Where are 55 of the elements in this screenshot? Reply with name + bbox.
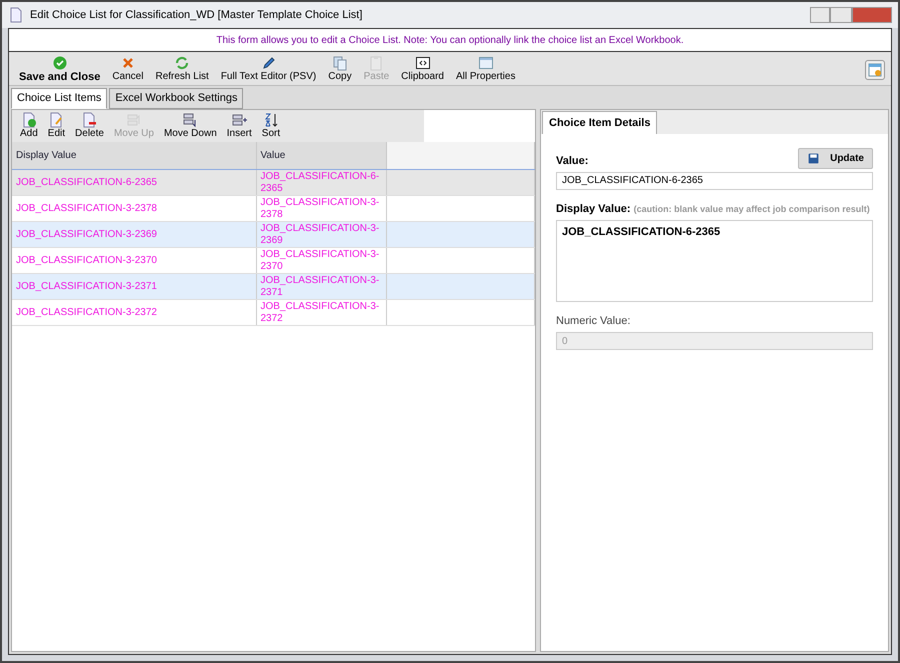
table-cell: JOB_CLASSIFICATION-3-2372: [12, 300, 256, 326]
table-cell: JOB_CLASSIFICATION-6-2365: [12, 170, 256, 196]
code-window-icon: [414, 55, 431, 71]
edit-row-icon: [48, 112, 64, 128]
table-cell: JOB_CLASSIFICATION-3-2369: [256, 222, 386, 248]
toolbar-button[interactable]: Full Text Editor (PSV): [216, 55, 320, 83]
copy-icon: [332, 55, 348, 71]
table-cell: JOB_CLASSIFICATION-3-2371: [12, 274, 256, 300]
toolbar-button[interactable]: Cancel: [108, 55, 148, 83]
column-header[interactable]: Value: [256, 142, 386, 170]
table-cell: JOB_CLASSIFICATION-6-2365: [256, 170, 386, 196]
properties-button[interactable]: [865, 60, 885, 80]
pencil-icon: [260, 55, 277, 71]
move-up-icon: [126, 112, 142, 128]
minimize-button[interactable]: [810, 7, 830, 23]
maximize-button[interactable]: [830, 7, 852, 23]
input-field[interactable]: JOB_CLASSIFICATION-6-2365: [556, 172, 873, 190]
add-row-icon: [20, 112, 37, 128]
toolbar-button[interactable]: Copy: [324, 55, 356, 83]
toolbar-button[interactable]: Sort: [258, 112, 284, 140]
paste-icon: [368, 55, 384, 71]
toolbar-button[interactable]: Move Down: [160, 112, 221, 140]
field-label: Numeric Value:: [556, 314, 632, 329]
toolbar-button[interactable]: Edit: [44, 112, 70, 140]
tab[interactable]: Choice Item Details: [542, 110, 658, 134]
tab[interactable]: Excel Workbook Settings: [109, 88, 244, 108]
toolbar-button[interactable]: Delete: [71, 112, 108, 140]
refresh-icon: [174, 55, 190, 71]
toolbar-button[interactable]: Clipboard: [397, 55, 448, 83]
field-label: Display Value:: [556, 202, 631, 215]
column-header[interactable]: Display Value: [12, 142, 256, 170]
close-button[interactable]: [852, 7, 892, 23]
document-icon: [8, 7, 24, 23]
caution-note: (caution: blank value may affect job comparison result): [634, 204, 870, 214]
window-title: Edit Choice List for Classification_WD [Master Template Choice List]: [30, 8, 362, 23]
sort-icon: [262, 112, 279, 128]
delete-row-icon: [81, 112, 98, 128]
toolbar-button[interactable]: Insert: [222, 112, 256, 140]
table-cell: JOB_CLASSIFICATION-3-2372: [256, 300, 386, 326]
toolbar-button[interactable]: Add: [16, 112, 42, 140]
info-message: This form allows you to edit a Choice List. Note: You can optionally link the choice list an Excel Workbook.: [216, 34, 684, 48]
move-down-icon: [182, 112, 198, 128]
calendar-icon: [867, 62, 883, 78]
toolbar-button[interactable]: All Properties: [452, 55, 520, 83]
check-icon: [52, 55, 68, 71]
text-area[interactable]: JOB_CLASSIFICATION-6-2365: [556, 220, 873, 302]
window-icon: [478, 55, 494, 71]
toolbar-button[interactable]: Save and Close: [15, 55, 104, 83]
update-button[interactable]: Update: [798, 148, 873, 169]
field-label: Value:: [556, 154, 588, 168]
toolbar-button[interactable]: Refresh List: [151, 55, 213, 83]
table-cell: JOB_CLASSIFICATION-3-2371: [256, 274, 386, 300]
table-cell: JOB_CLASSIFICATION-3-2369: [12, 222, 256, 248]
tab[interactable]: Choice List Items: [11, 88, 108, 108]
insert-row-icon: [231, 112, 248, 128]
